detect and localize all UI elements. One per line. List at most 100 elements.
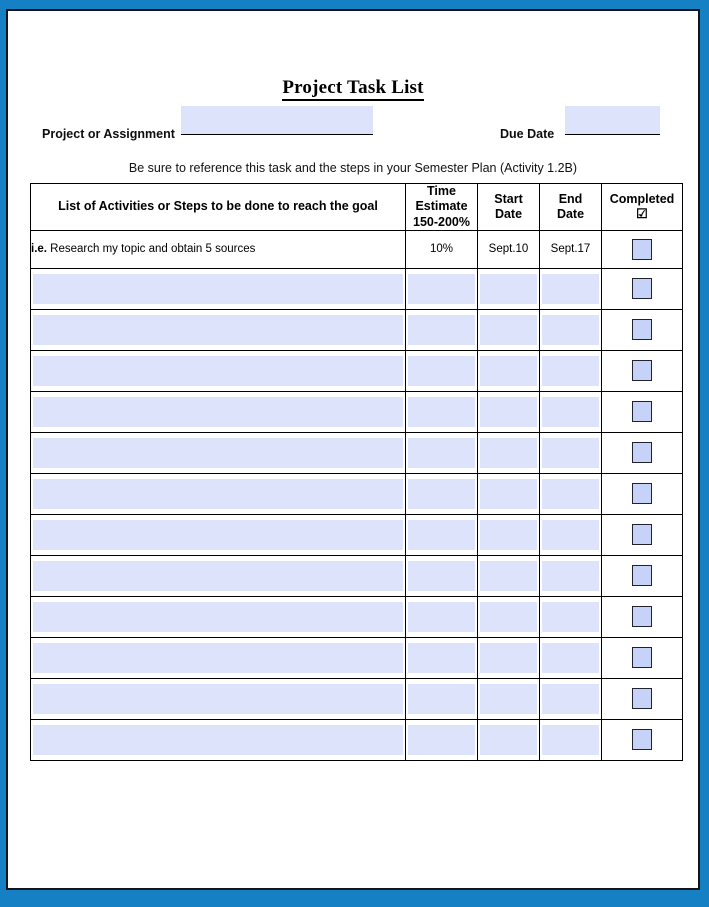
end-date-input[interactable]: [542, 397, 599, 428]
cell-activity[interactable]: i.e. Research my topic and obtain 5 sour…: [30, 229, 406, 269]
cell-completed[interactable]: [601, 349, 683, 392]
cell-time-estimate[interactable]: [405, 636, 478, 679]
activity-input[interactable]: [33, 479, 403, 510]
cell-time-estimate[interactable]: [405, 267, 478, 310]
end-date-input[interactable]: [542, 684, 599, 715]
time-estimate-input[interactable]: [408, 725, 475, 756]
cell-time-estimate[interactable]: [405, 472, 478, 515]
activity-input[interactable]: [33, 643, 403, 674]
cell-start-date[interactable]: [477, 267, 540, 310]
start-date-input[interactable]: [480, 397, 537, 428]
project-input[interactable]: [181, 106, 373, 134]
time-estimate-input[interactable]: [408, 438, 475, 469]
end-date-input[interactable]: [542, 643, 599, 674]
cell-completed[interactable]: [601, 636, 683, 679]
end-date-input[interactable]: [542, 520, 599, 551]
cell-end-date[interactable]: [539, 431, 602, 474]
cell-completed[interactable]: [601, 472, 683, 515]
completed-checkbox[interactable]: [632, 565, 652, 587]
cell-end-date[interactable]: [539, 554, 602, 597]
cell-end-date[interactable]: [539, 636, 602, 679]
cell-activity[interactable]: [30, 636, 406, 679]
activity-input[interactable]: [33, 684, 403, 715]
end-date-input[interactable]: [542, 479, 599, 510]
cell-activity[interactable]: [30, 390, 406, 433]
cell-start-date[interactable]: [477, 595, 540, 638]
start-date-input[interactable]: [480, 356, 537, 387]
cell-completed[interactable]: [601, 308, 683, 351]
cell-end-date[interactable]: [539, 513, 602, 556]
cell-activity[interactable]: [30, 554, 406, 597]
cell-end-date[interactable]: [539, 595, 602, 638]
time-estimate-input[interactable]: [408, 643, 475, 674]
completed-checkbox[interactable]: [632, 360, 652, 382]
start-date-input[interactable]: [480, 315, 537, 346]
completed-checkbox[interactable]: [632, 688, 652, 710]
cell-time-estimate[interactable]: [405, 595, 478, 638]
cell-completed[interactable]: [601, 677, 683, 720]
completed-checkbox[interactable]: [632, 401, 652, 423]
start-date-input[interactable]: [480, 438, 537, 469]
start-date-input[interactable]: [480, 479, 537, 510]
activity-input[interactable]: [33, 520, 403, 551]
end-date-input[interactable]: [542, 274, 599, 305]
completed-checkbox[interactable]: [632, 319, 652, 341]
cell-start-date[interactable]: [477, 308, 540, 351]
cell-completed[interactable]: [601, 595, 683, 638]
completed-checkbox[interactable]: [632, 278, 652, 300]
time-estimate-input[interactable]: [408, 315, 475, 346]
cell-time-estimate[interactable]: [405, 349, 478, 392]
cell-end-date[interactable]: Sept.17: [539, 229, 602, 269]
end-date-input[interactable]: [542, 315, 599, 346]
cell-time-estimate[interactable]: [405, 431, 478, 474]
end-date-input[interactable]: [542, 602, 599, 633]
cell-completed[interactable]: [601, 554, 683, 597]
time-estimate-input[interactable]: [408, 520, 475, 551]
cell-start-date[interactable]: [477, 718, 540, 761]
cell-end-date[interactable]: [539, 677, 602, 720]
cell-activity[interactable]: [30, 349, 406, 392]
cell-end-date[interactable]: [539, 472, 602, 515]
start-date-input[interactable]: [480, 520, 537, 551]
cell-end-date[interactable]: [539, 390, 602, 433]
cell-start-date[interactable]: [477, 349, 540, 392]
cell-activity[interactable]: [30, 267, 406, 310]
end-date-input[interactable]: [542, 725, 599, 756]
start-date-input[interactable]: [480, 684, 537, 715]
time-estimate-input[interactable]: [408, 356, 475, 387]
completed-checkbox[interactable]: [632, 606, 652, 628]
activity-input[interactable]: [33, 602, 403, 633]
activity-input[interactable]: [33, 274, 403, 305]
cell-start-date[interactable]: [477, 513, 540, 556]
cell-time-estimate[interactable]: [405, 308, 478, 351]
cell-activity[interactable]: [30, 513, 406, 556]
cell-completed[interactable]: [601, 718, 683, 761]
cell-time-estimate[interactable]: [405, 513, 478, 556]
cell-activity[interactable]: [30, 718, 406, 761]
cell-activity[interactable]: [30, 308, 406, 351]
activity-input[interactable]: [33, 438, 403, 469]
start-date-input[interactable]: [480, 643, 537, 674]
completed-checkbox[interactable]: [632, 647, 652, 669]
start-date-input[interactable]: [480, 602, 537, 633]
start-date-input[interactable]: [480, 725, 537, 756]
end-date-input[interactable]: [542, 561, 599, 592]
time-estimate-input[interactable]: [408, 561, 475, 592]
cell-start-date[interactable]: [477, 554, 540, 597]
activity-input[interactable]: [33, 561, 403, 592]
time-estimate-input[interactable]: [408, 479, 475, 510]
cell-end-date[interactable]: [539, 267, 602, 310]
completed-checkbox[interactable]: [632, 483, 652, 505]
end-date-input[interactable]: [542, 356, 599, 387]
cell-completed[interactable]: [601, 390, 683, 433]
time-estimate-input[interactable]: [408, 397, 475, 428]
completed-checkbox[interactable]: [632, 524, 652, 546]
completed-checkbox[interactable]: [632, 238, 652, 260]
cell-activity[interactable]: [30, 472, 406, 515]
start-date-input[interactable]: [480, 274, 537, 305]
cell-end-date[interactable]: [539, 349, 602, 392]
activity-input[interactable]: [33, 725, 403, 756]
cell-end-date[interactable]: [539, 718, 602, 761]
activity-input[interactable]: [33, 315, 403, 346]
cell-time-estimate[interactable]: 10%: [405, 229, 478, 269]
